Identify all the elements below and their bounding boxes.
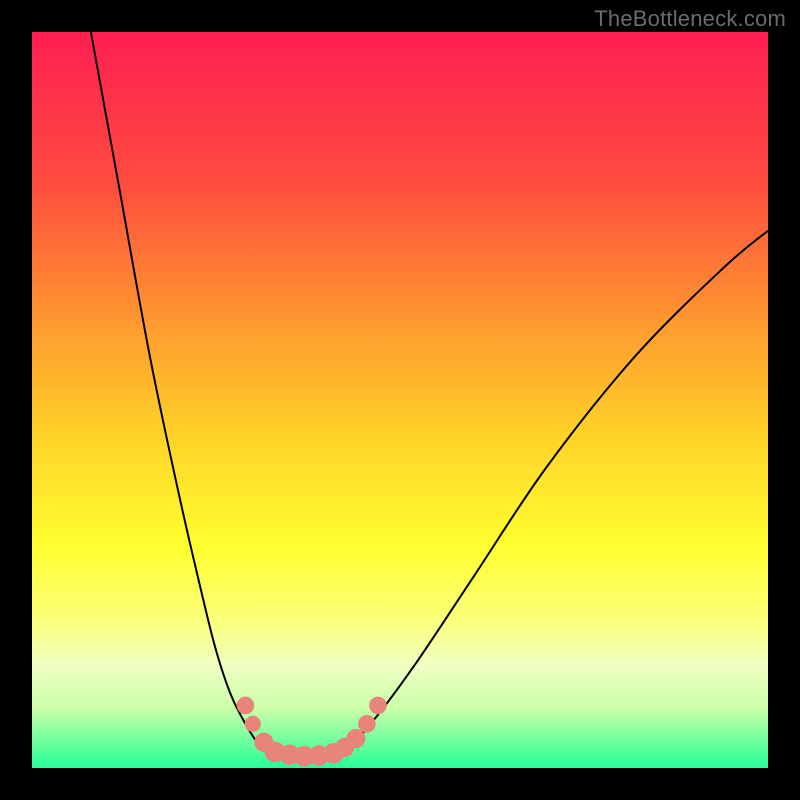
chart-gradient-bg [32,32,768,768]
chart-plot-area [32,32,768,768]
watermark-label: TheBottleneck.com [594,6,786,32]
